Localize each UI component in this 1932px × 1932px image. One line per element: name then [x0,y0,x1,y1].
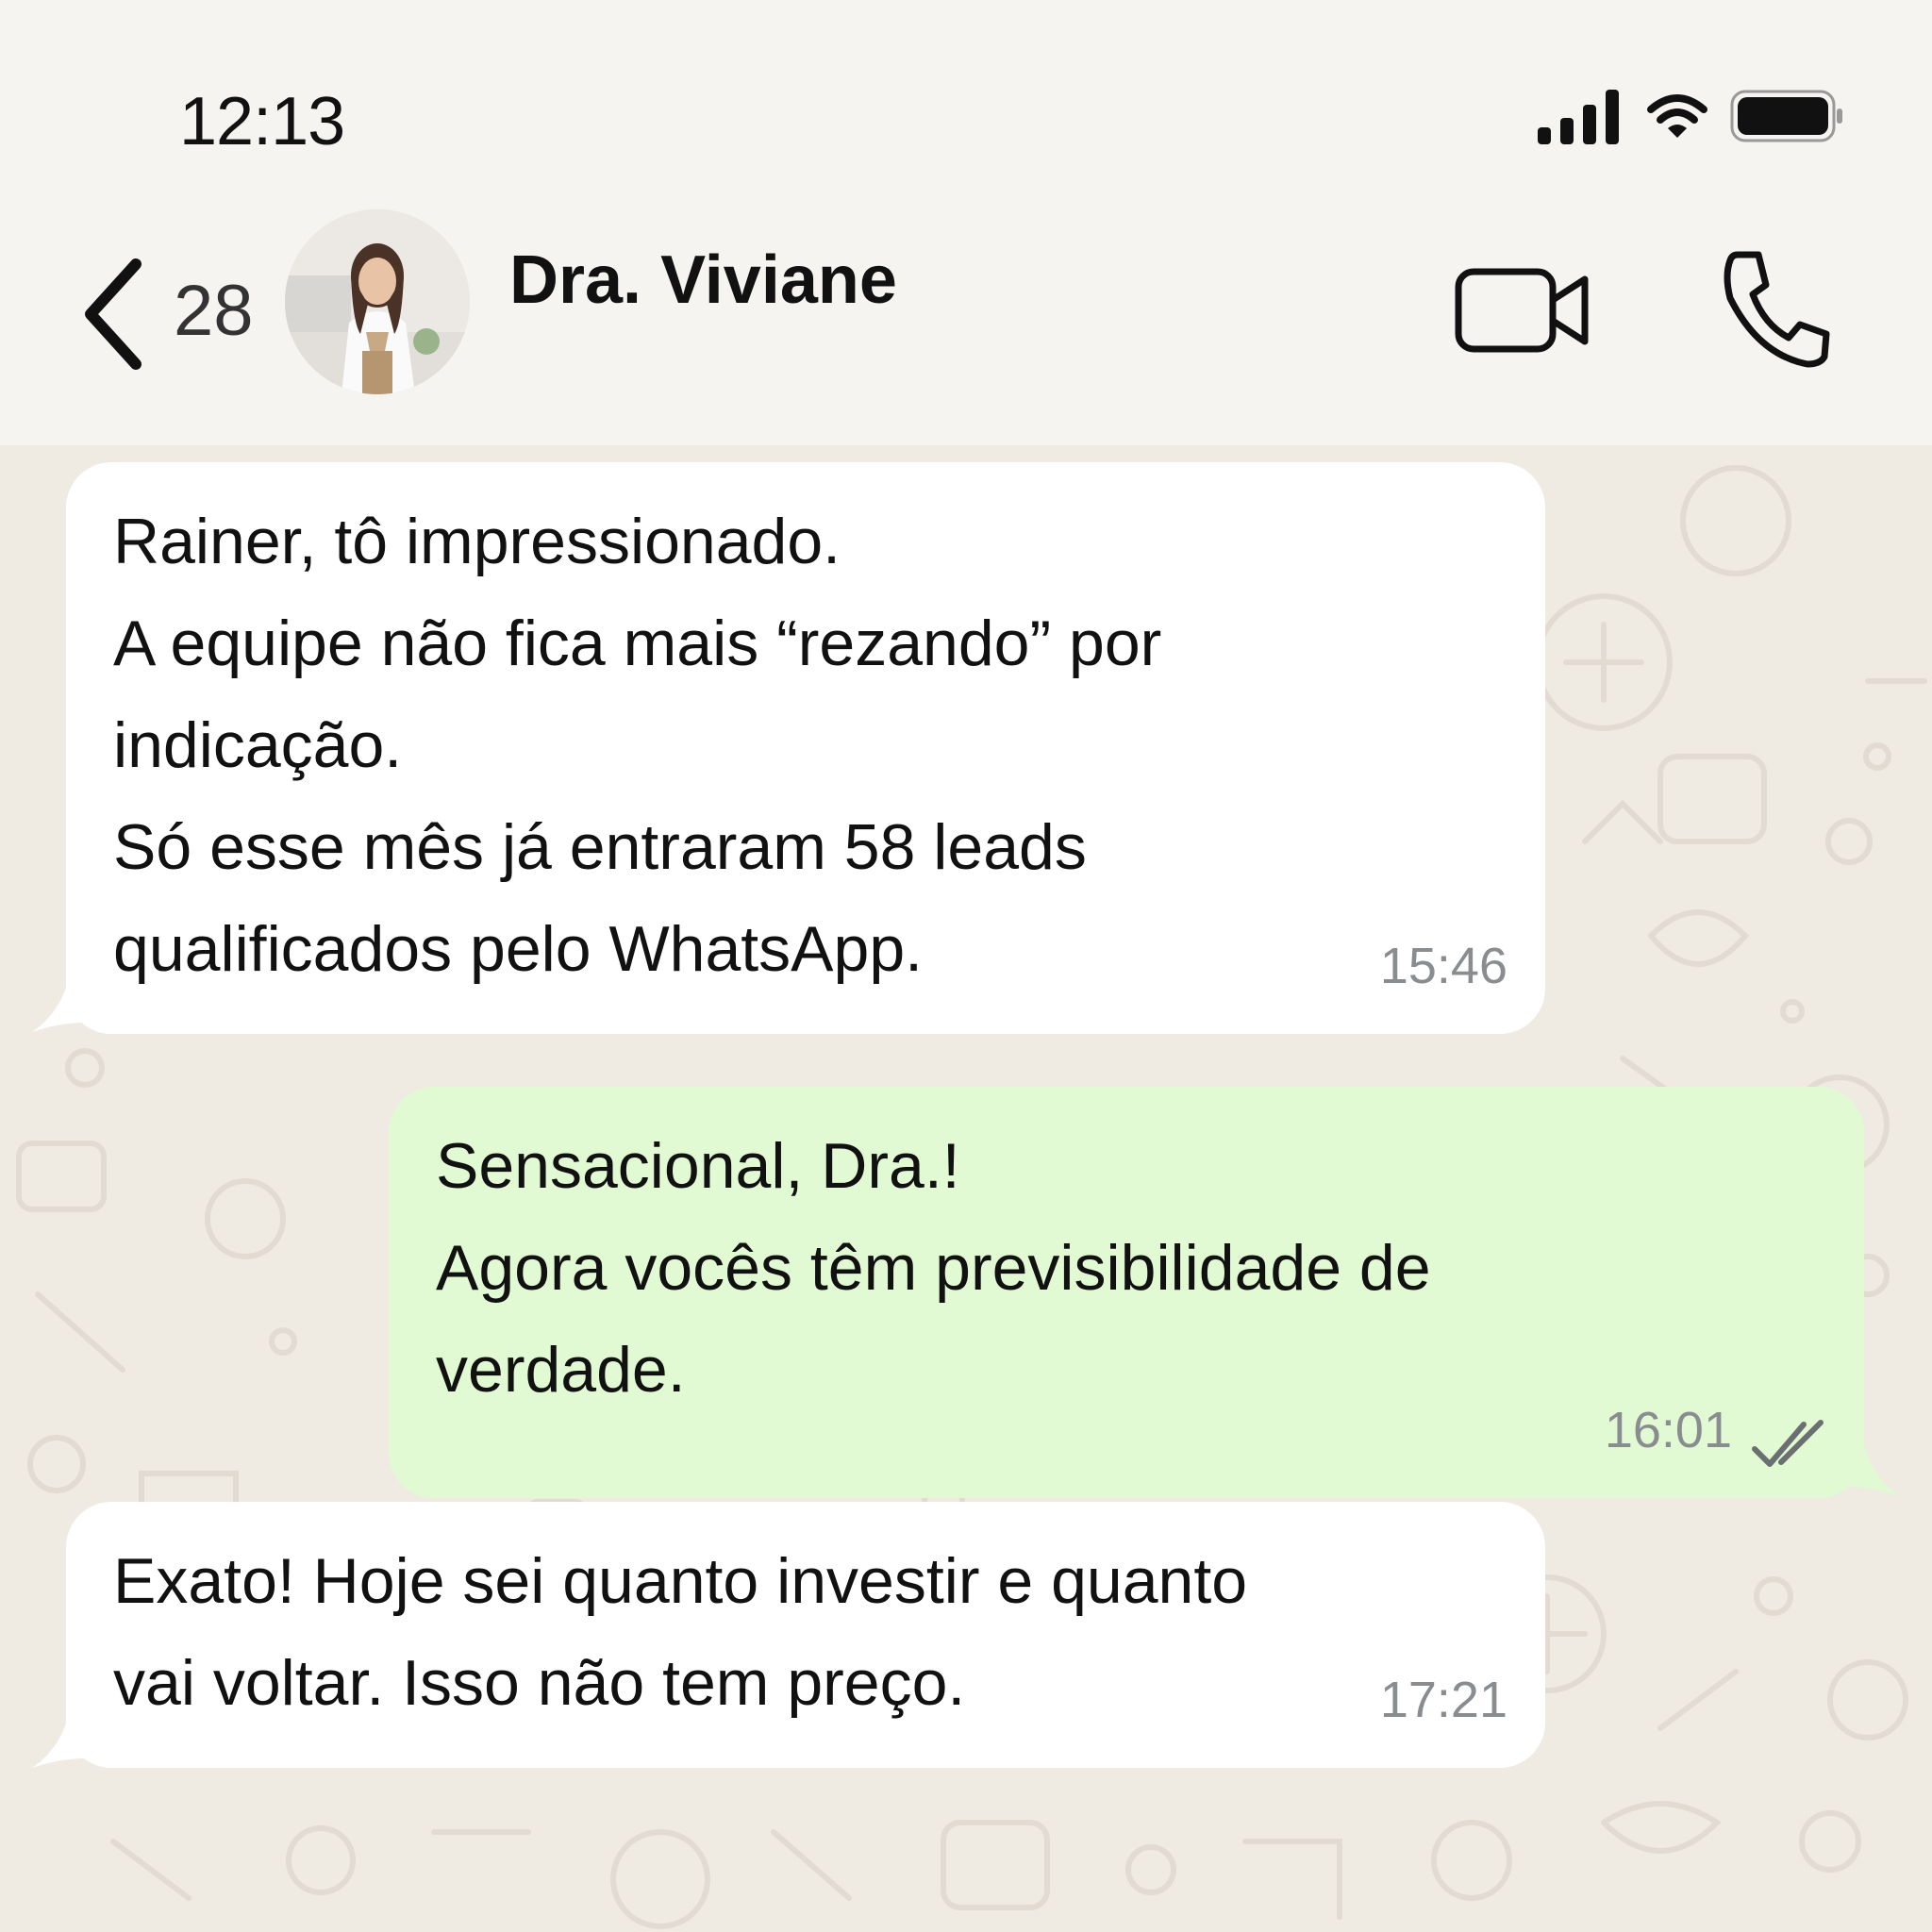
message-text-line: Só esse mês já entraram 58 leads [113,811,1087,883]
chevron-left-icon[interactable] [74,253,158,375]
message-bubble-incoming[interactable]: Exato! Hoje sei quanto investir e quanto… [66,1502,1545,1768]
avatar-photo [285,209,470,394]
phone-icon[interactable] [1717,247,1830,370]
video-camera-icon[interactable] [1453,258,1594,362]
message-text-line: qualificados pelo WhatsApp. [113,913,924,985]
status-time: 12:13 [179,84,345,159]
wifi-icon [1647,94,1707,138]
message-bubble-incoming[interactable]: Rainer, tô impressionado. A equipe não f… [66,462,1545,1034]
message-text-line: Rainer, tô impressionado. [113,506,841,577]
signal-icon [1538,90,1619,144]
double-check-icon [1752,1420,1824,1467]
message-text-line: Agora vocês têm previsibilidade de [436,1232,1431,1304]
contact-name[interactable]: Dra. Viviane [509,242,897,319]
message-text-line: Sensacional, Dra.! [436,1130,960,1202]
message-timestamp: 16:01 [1604,1402,1732,1458]
message-timestamp: 15:46 [1379,938,1507,994]
unread-count[interactable]: 28 [174,270,254,352]
status-bar: 12:13 [0,0,1932,179]
message-timestamp: 17:21 [1379,1672,1507,1728]
battery-icon [1730,90,1842,142]
message-text-line: Exato! Hoje sei quanto investir e quanto [113,1545,1248,1617]
status-icons [1538,83,1845,149]
message-text-line: indicação. [113,709,403,781]
avatar[interactable] [285,209,470,394]
message-text-line: A equipe não fica mais “rezando” por [113,608,1162,679]
chat-header: 28 Dra. Viviane [0,179,1932,445]
message-bubble-outgoing[interactable]: Sensacional, Dra.! Agora vocês têm previ… [389,1087,1864,1498]
message-text-line: vai voltar. Isso não tem preço. [113,1647,966,1719]
chat-area[interactable]: Rainer, tô impressionado. A equipe não f… [0,445,1932,1932]
